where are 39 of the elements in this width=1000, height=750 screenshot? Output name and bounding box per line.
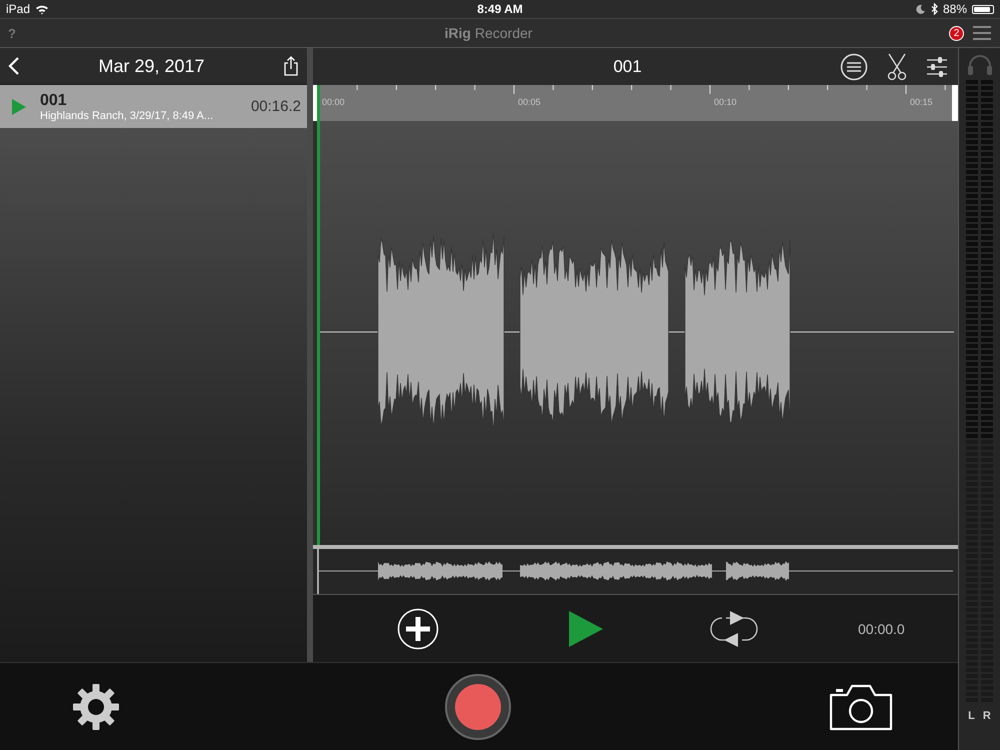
menu-icon[interactable] <box>972 25 992 41</box>
help-button[interactable]: ? <box>8 26 28 40</box>
camera-icon[interactable] <box>829 682 893 730</box>
channel-label: R <box>982 710 991 722</box>
recording-name: 001 <box>40 92 68 110</box>
time-label: 00:10 <box>714 97 737 107</box>
device-name: iPad <box>6 2 30 16</box>
recording-date: Mar 29, 2017 <box>97 56 206 76</box>
playhead-marker[interactable] <box>317 85 320 121</box>
recording-title: 001 <box>612 56 643 76</box>
loop-icon[interactable] <box>708 608 760 648</box>
sliders-icon[interactable] <box>926 54 948 78</box>
play-icon <box>12 98 26 114</box>
clock-time: 8:49 AM <box>477 2 523 16</box>
playback-time: 00:00.0 <box>858 620 905 636</box>
recording-item[interactable]: 001 Highlands Ranch, 3/29/17, 8:49 A... 00:16.2 <box>0 85 307 128</box>
moon-icon <box>916 4 926 14</box>
battery-icon <box>972 4 994 14</box>
recording-details: Highlands Ranch, 3/29/17, 8:49 A... <box>40 110 214 122</box>
add-marker-icon[interactable] <box>397 608 439 650</box>
app-title: iRig Recorder <box>444 25 534 41</box>
timeline-ruler[interactable]: 00:00 00:05 00:10 00:15 <box>313 85 958 121</box>
headphones-icon <box>966 54 992 76</box>
channel-label: L <box>968 710 975 722</box>
back-chevron-icon[interactable] <box>8 56 20 76</box>
share-icon[interactable] <box>283 56 299 76</box>
battery-percent: 88% <box>942 2 968 16</box>
notification-badge: 2 <box>949 26 964 40</box>
wifi-icon <box>35 4 50 14</box>
settings-gear-icon[interactable] <box>72 682 120 730</box>
recording-duration: 00:16.2 <box>250 98 301 115</box>
time-label: 00:15 <box>910 97 933 107</box>
time-label: 00:05 <box>518 97 541 107</box>
scissors-icon[interactable] <box>886 52 908 80</box>
play-icon[interactable] <box>569 610 603 646</box>
list-circle-icon[interactable] <box>840 52 868 80</box>
bluetooth-icon <box>930 3 938 15</box>
record-dot-icon <box>454 682 502 730</box>
time-label: 00:00 <box>322 97 345 107</box>
